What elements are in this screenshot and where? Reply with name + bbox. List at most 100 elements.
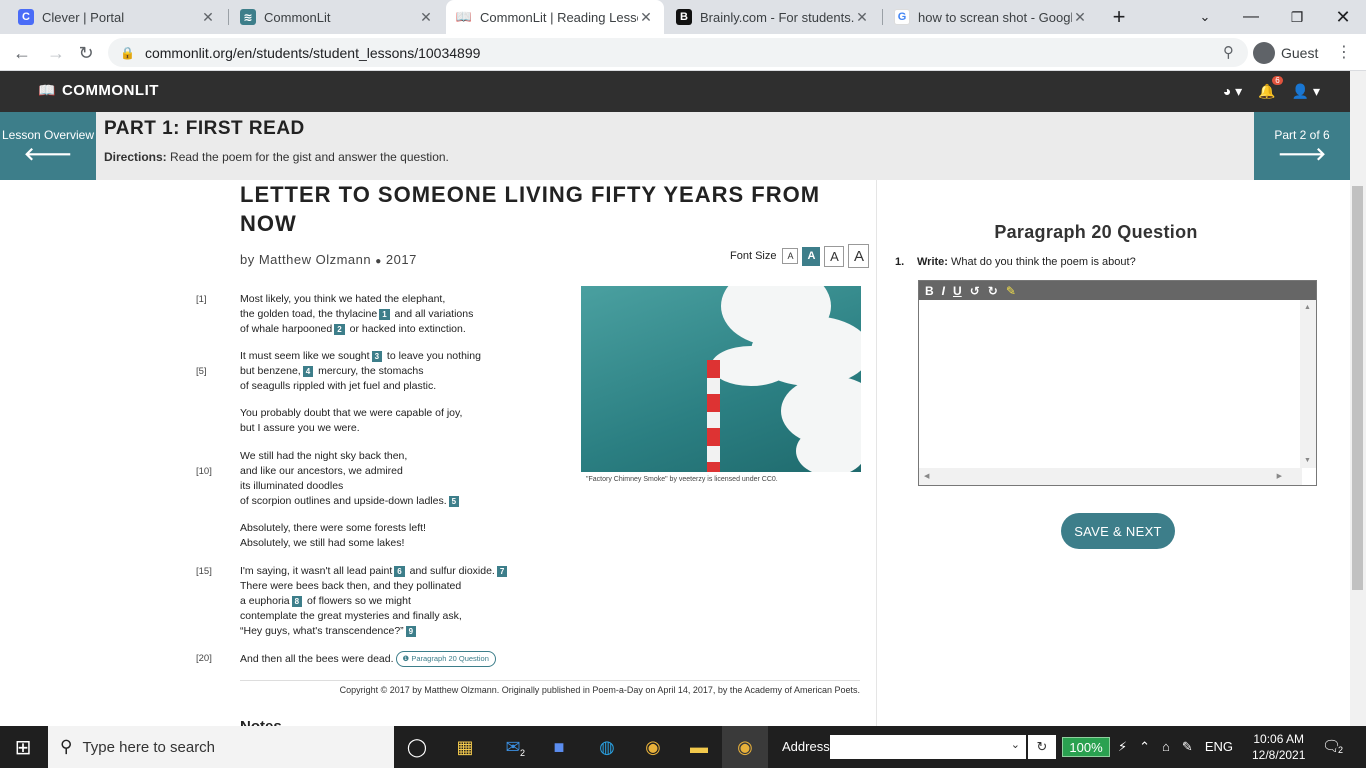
zoom-video-icon[interactable]: ■ (536, 726, 582, 768)
editor-horizontal-scrollbar[interactable]: ◀ ▶ (919, 468, 1302, 485)
tab-google-search[interactable]: G how to screan shot - Google S ✕ (884, 0, 1098, 34)
tab-commonlit[interactable]: ≋ CommonLit ✕ (230, 0, 444, 34)
pen-icon[interactable]: ✎ (1182, 739, 1193, 755)
footnote-marker[interactable]: 7 (496, 565, 508, 577)
lesson-overview-button[interactable]: Lesson Overview 🡐 (0, 112, 96, 180)
question-prompt: 1. Write: What do you think the poem is a… (895, 256, 1136, 268)
tab-brainly[interactable]: B Brainly.com - For students. By ✕ (666, 0, 880, 34)
clever-icon: C (18, 9, 34, 25)
language-globe-icon[interactable]: ◕ ▾ (1223, 83, 1242, 100)
avatar (1253, 41, 1275, 64)
byline: by Matthew Olzmann ● 2017 (240, 252, 417, 267)
close-icon[interactable]: ✕ (200, 9, 216, 26)
italic-icon[interactable]: I (942, 284, 945, 298)
address-go-icon[interactable]: ↻ (1028, 735, 1056, 759)
system-tray: ⚡ ⌃ ⌂ ✎ ENG (1118, 739, 1233, 755)
font-size-medium-button[interactable]: A (802, 246, 821, 266)
next-part-button[interactable]: Part 2 of 6 🡒 (1254, 112, 1350, 180)
minimize-icon[interactable]: — (1228, 0, 1274, 34)
poem-line: Absolutely, there were some forests left… (240, 522, 426, 534)
address-toolbar-label: Address (782, 739, 830, 754)
edge-icon[interactable]: ◍ (584, 726, 630, 768)
footnote-marker[interactable]: 8 (291, 595, 303, 607)
close-icon[interactable]: ✕ (854, 9, 870, 26)
commonlit-logo[interactable]: 📖 COMMONLIT (38, 82, 159, 99)
search-icon[interactable]: ⚲ (1223, 43, 1234, 61)
poem-line: a euphoria 8 of flowers so we might (240, 595, 411, 607)
tab-clever-portal[interactable]: C Clever | Portal ✕ (8, 0, 226, 34)
footnote-marker[interactable]: 4 (302, 365, 314, 377)
task-view-icon[interactable]: ◯ (394, 726, 440, 768)
undo-icon[interactable]: ↺ (970, 284, 980, 298)
power-icon[interactable]: ⚡ (1118, 739, 1127, 755)
font-size-small-button[interactable]: A (782, 248, 799, 264)
poem-line: We still had the night sky back then, (240, 450, 408, 462)
answer-textarea[interactable] (919, 300, 1299, 468)
show-hidden-icons-chevron[interactable]: ⌃ (1139, 739, 1150, 755)
chrome-active-icon[interactable]: ◉ (722, 726, 768, 768)
footnote-marker[interactable]: 2 (334, 323, 345, 335)
file-explorer-icon[interactable]: ▬ (676, 726, 722, 768)
highlight-icon[interactable]: ✎ (1006, 284, 1016, 298)
book-icon: 📖 (455, 9, 473, 24)
arrow-right-icon: 🡒 (1277, 144, 1327, 164)
poem-line: There were bees back then, and they poll… (240, 580, 462, 592)
line-number: [15] (196, 566, 212, 577)
language-indicator[interactable]: ENG (1205, 739, 1233, 755)
lock-icon: 🔒 (120, 45, 135, 60)
network-icon[interactable]: ⌂ (1162, 739, 1170, 755)
underline-icon[interactable]: U (953, 284, 962, 298)
footnote-marker[interactable]: 5 (448, 495, 460, 507)
factory-chimney-image (581, 286, 861, 472)
footnote-marker[interactable]: 3 (371, 350, 383, 362)
new-tab-button[interactable]: + (1096, 0, 1142, 34)
taskbar-address-input[interactable]: ⌄ (830, 735, 1026, 759)
user-menu-icon[interactable]: 👤 ▾ (1292, 83, 1320, 100)
footnote-marker[interactable]: 1 (379, 308, 390, 320)
taskbar-search[interactable]: ⚲ Type here to search (48, 726, 394, 768)
notes-heading: Notes (240, 718, 282, 726)
redo-icon[interactable]: ↻ (988, 284, 998, 298)
footnote-marker[interactable]: 9 (405, 625, 417, 637)
bold-icon[interactable]: B (925, 284, 934, 298)
paragraph-question-chip[interactable]: ❶ Paragraph 20 Question (395, 651, 496, 667)
google-icon: G (894, 9, 910, 25)
restore-icon[interactable]: ❐ (1274, 0, 1320, 34)
notifications-bell-icon[interactable]: 🔔 6 (1258, 76, 1283, 100)
page-scrollbar-thumb[interactable] (1352, 186, 1363, 590)
taskbar-clock[interactable]: 10:06 AM 12/8/2021 (1252, 731, 1305, 763)
image-caption: "Factory Chimney Smoke" by veeterzy is l… (586, 476, 778, 483)
close-icon[interactable]: ✕ (638, 9, 654, 26)
menu-icon[interactable]: ⋮ (1336, 42, 1352, 62)
copyright: Copyright © 2017 by Matthew Olzmann. Ori… (240, 680, 860, 695)
store-icon[interactable]: ▦ (442, 726, 488, 768)
close-icon[interactable]: ✕ (418, 9, 434, 26)
poem-line: but benzene, 4 mercury, the stomachs (240, 365, 424, 377)
profile-button[interactable]: Guest (1253, 39, 1318, 66)
zoom-indicator[interactable]: 100% (1062, 737, 1110, 757)
line-number: [5] (196, 366, 207, 377)
mail-icon[interactable]: ✉ 2 (490, 726, 536, 768)
font-size-xlarge-button[interactable]: A (848, 244, 870, 268)
poem-line: Most likely, you think we hated the elep… (240, 293, 446, 305)
chimney (707, 360, 720, 472)
save-next-button[interactable]: SAVE & NEXT (1061, 513, 1175, 549)
brainly-icon: B (676, 9, 692, 25)
font-size-large-button[interactable]: A (824, 245, 845, 267)
close-icon[interactable]: ✕ (1072, 9, 1088, 26)
poem-line: of scorpion outlines and upside-down lad… (240, 494, 461, 509)
address-bar[interactable]: 🔒 commonlit.org/en/students/student_less… (108, 38, 1248, 67)
forward-icon[interactable]: → (43, 40, 69, 66)
action-center-icon[interactable]: 🗨 2 (1322, 737, 1346, 755)
poem-line: And then all the bees were dead. ❶ Paragr… (240, 651, 496, 667)
windows-taskbar: ⊞ ⚲ Type here to search ◯ ▦ ✉ 2 ■ ◍ ◉ ▬ ◉… (0, 726, 1366, 768)
tab-search-icon[interactable]: ⌄ (1182, 0, 1228, 34)
windows-start-icon[interactable]: ⊞ (0, 726, 46, 768)
tab-reading-lesson[interactable]: 📖 CommonLit | Reading Lesson ✕ (446, 0, 664, 34)
editor-vertical-scrollbar[interactable]: ▲ ▼ (1300, 300, 1316, 468)
footnote-marker[interactable]: 6 (394, 565, 405, 577)
back-icon[interactable]: ← (9, 40, 35, 66)
reload-icon[interactable]: ↻ (73, 40, 99, 66)
chrome-icon[interactable]: ◉ (630, 726, 676, 768)
window-close-icon[interactable]: ✕ (1320, 0, 1366, 34)
